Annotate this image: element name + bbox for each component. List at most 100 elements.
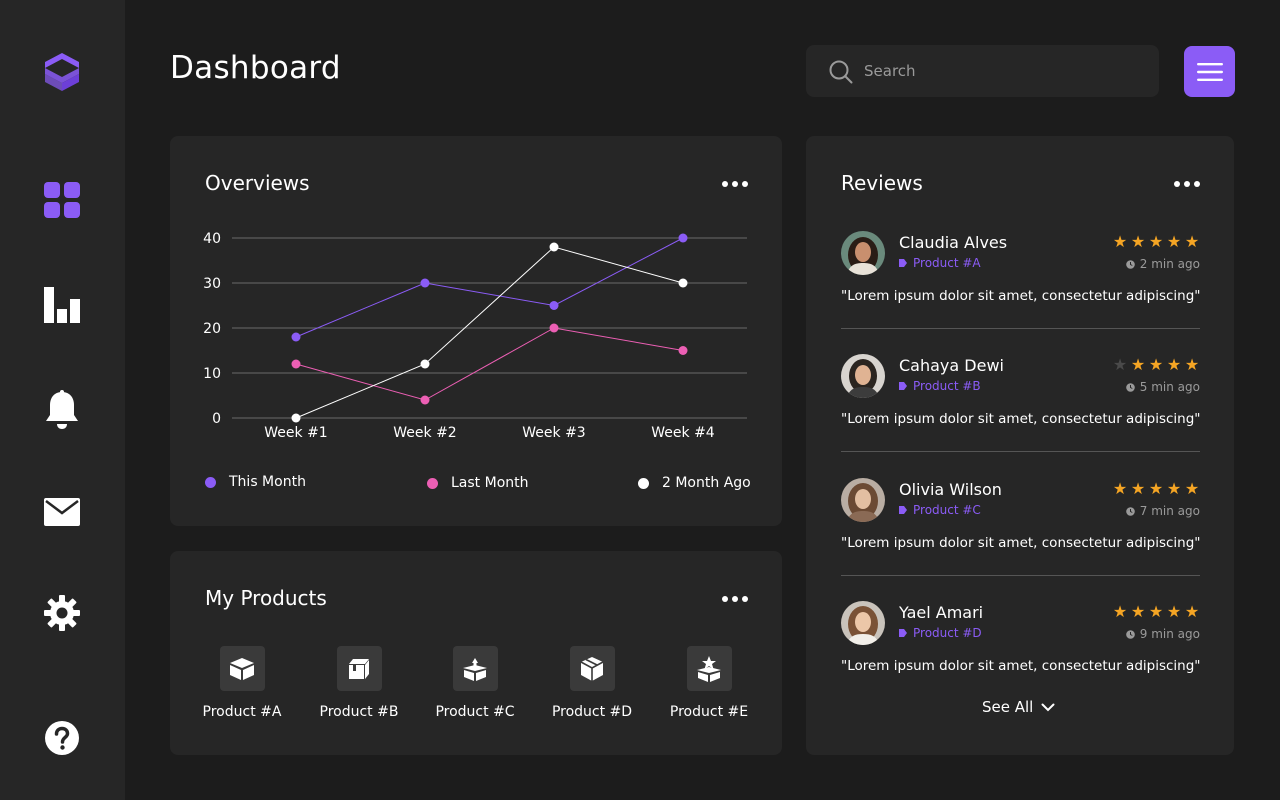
- product-item-b[interactable]: Product #B: [304, 646, 414, 720]
- gear-icon[interactable]: [42, 593, 82, 633]
- product-item-e[interactable]: Product #E: [654, 646, 764, 720]
- menu-button[interactable]: [1184, 46, 1235, 97]
- x-tick-label: Week #1: [264, 425, 327, 441]
- search-input[interactable]: [864, 59, 1144, 83]
- clock-icon: [1125, 629, 1135, 639]
- legend-last-month: Last Month: [427, 475, 529, 491]
- data-point: [420, 395, 430, 405]
- star-icon: ★: [1130, 479, 1146, 498]
- divider: [841, 575, 1200, 576]
- product-item-a[interactable]: Product #A: [187, 646, 297, 720]
- box-icon: [219, 646, 265, 691]
- tag-icon: [899, 629, 907, 637]
- legend-label: 2 Month Ago: [662, 475, 751, 491]
- package-icon: [336, 646, 382, 691]
- data-point: [291, 413, 301, 423]
- reviews-card: Reviews Claudia Alves Product #A ★ ★ ★ ★ ★ 2…: [806, 136, 1234, 755]
- review-product-label: Product #B: [913, 379, 981, 393]
- review-product-label: Product #A: [913, 256, 981, 270]
- product-label: Product #B: [319, 704, 399, 720]
- see-all-label: See All: [982, 698, 1034, 716]
- review-item[interactable]: Claudia Alves Product #A ★ ★ ★ ★ ★ 2 min ago…: [841, 231, 1201, 341]
- y-tick-label: 40: [203, 231, 221, 247]
- star-icon: ★: [1112, 602, 1128, 621]
- data-point: [678, 233, 688, 243]
- products-title: My Products: [205, 586, 327, 610]
- star-rating: ★ ★ ★ ★ ★: [1112, 233, 1200, 251]
- data-point: [678, 346, 688, 355]
- avatar: [841, 478, 885, 522]
- product-label: Product #E: [669, 704, 749, 720]
- page-title: Dashboard: [170, 50, 341, 86]
- help-icon[interactable]: [42, 718, 82, 758]
- star-box-icon: [686, 646, 732, 691]
- star-icon: ★: [1184, 355, 1200, 374]
- review-product[interactable]: Product #D: [899, 626, 982, 640]
- reviewer-name: Cahaya Dewi: [899, 356, 1004, 375]
- y-tick-label: 20: [203, 321, 221, 337]
- clock-icon: [1125, 382, 1135, 392]
- product-item-c[interactable]: Product #C: [420, 646, 530, 720]
- review-item[interactable]: Olivia Wilson Product #C ★ ★ ★ ★ ★ 7 min ago…: [841, 478, 1201, 588]
- cube-icon: [569, 646, 615, 691]
- star-rating: ★ ★ ★ ★ ★: [1112, 480, 1200, 498]
- search-bar[interactable]: [806, 45, 1159, 97]
- tag-icon: [899, 259, 907, 267]
- review-time: 9 min ago: [1125, 627, 1200, 641]
- series-line: [295, 246, 684, 419]
- series-line: [295, 237, 684, 338]
- data-point: [549, 301, 559, 310]
- review-time-label: 9 min ago: [1139, 627, 1200, 641]
- review-item[interactable]: Yael Amari Product #D ★ ★ ★ ★ ★ 9 min ago "L…: [841, 601, 1201, 711]
- review-product[interactable]: Product #A: [899, 256, 981, 270]
- review-item[interactable]: Cahaya Dewi Product #B ★ ★ ★ ★ ★ 5 min ago "…: [841, 354, 1201, 464]
- logo-icon[interactable]: [42, 52, 82, 92]
- see-all-button[interactable]: See All: [982, 698, 1055, 716]
- bell-icon[interactable]: [42, 390, 82, 430]
- sidebar: [0, 0, 125, 800]
- avatar: [841, 601, 885, 645]
- bar-chart-icon[interactable]: [42, 285, 82, 325]
- overview-card: Overviews 0 10 20 30 40 Week #1 Week #2 Week #3…: [170, 136, 782, 526]
- x-tick-label: Week #3: [522, 425, 585, 441]
- reviewer-name: Yael Amari: [899, 603, 984, 622]
- series-line: [295, 327, 684, 401]
- divider: [841, 328, 1200, 329]
- star-icon: ★: [1184, 232, 1200, 251]
- products-card: My Products Product #A Product #B Produc…: [170, 551, 782, 755]
- divider: [841, 451, 1200, 452]
- grid-dashboard-icon[interactable]: [42, 180, 82, 220]
- review-product[interactable]: Product #C: [899, 503, 981, 517]
- open-box-icon: [452, 646, 498, 691]
- star-icon: ★: [1184, 602, 1200, 621]
- chevron-down-icon: [1041, 703, 1055, 711]
- star-icon: ★: [1148, 355, 1164, 374]
- tag-icon: [899, 506, 907, 514]
- data-point: [420, 359, 430, 369]
- star-icon: ★: [1130, 232, 1146, 251]
- search-icon: [829, 60, 853, 84]
- mail-icon[interactable]: [42, 492, 82, 532]
- legend-label: This Month: [229, 474, 306, 490]
- product-item-d[interactable]: Product #D: [537, 646, 647, 720]
- clock-icon: [1125, 506, 1135, 516]
- data-point: [549, 323, 559, 333]
- products-more-icon[interactable]: [722, 595, 748, 603]
- y-tick-label: 0: [212, 411, 221, 427]
- review-product-label: Product #D: [913, 626, 982, 640]
- review-product[interactable]: Product #B: [899, 379, 981, 393]
- review-text: "Lorem ipsum dolor sit amet, consectetur…: [841, 288, 1201, 304]
- star-rating: ★ ★ ★ ★ ★: [1112, 603, 1200, 621]
- star-icon: ★: [1112, 355, 1128, 374]
- legend-this-month: This Month: [205, 474, 306, 490]
- star-icon: ★: [1112, 479, 1128, 498]
- review-time: 5 min ago: [1125, 380, 1200, 394]
- reviews-more-icon[interactable]: [1174, 180, 1200, 188]
- review-time-label: 5 min ago: [1139, 380, 1200, 394]
- reviews-title: Reviews: [841, 171, 923, 195]
- reviewer-name: Olivia Wilson: [899, 480, 1002, 499]
- product-label: Product #D: [551, 704, 633, 720]
- product-label: Product #A: [202, 704, 282, 720]
- y-tick-label: 10: [203, 366, 221, 382]
- star-icon: ★: [1166, 479, 1182, 498]
